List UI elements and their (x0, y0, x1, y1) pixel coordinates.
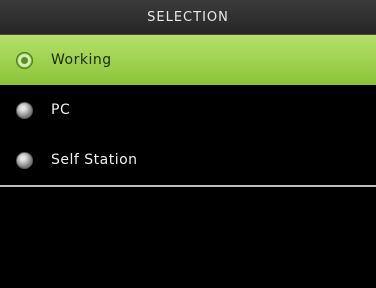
page-title: SELECTION (147, 9, 229, 25)
radio-unselected-icon (16, 151, 33, 169)
option-self-station[interactable]: Self Station (0, 135, 376, 185)
option-label: Working (51, 52, 112, 68)
radio-selected-icon (16, 51, 33, 69)
option-working[interactable]: Working (0, 35, 376, 85)
option-pc[interactable]: PC (0, 85, 376, 135)
option-list: Working PC Self Station (0, 35, 376, 185)
title-bar: SELECTION (0, 0, 376, 35)
radio-unselected-icon (16, 101, 33, 119)
device-screen: SELECTION Working PC Self Station (0, 0, 376, 288)
divider (0, 185, 376, 187)
option-label: Self Station (51, 152, 138, 168)
option-label: PC (51, 102, 71, 118)
